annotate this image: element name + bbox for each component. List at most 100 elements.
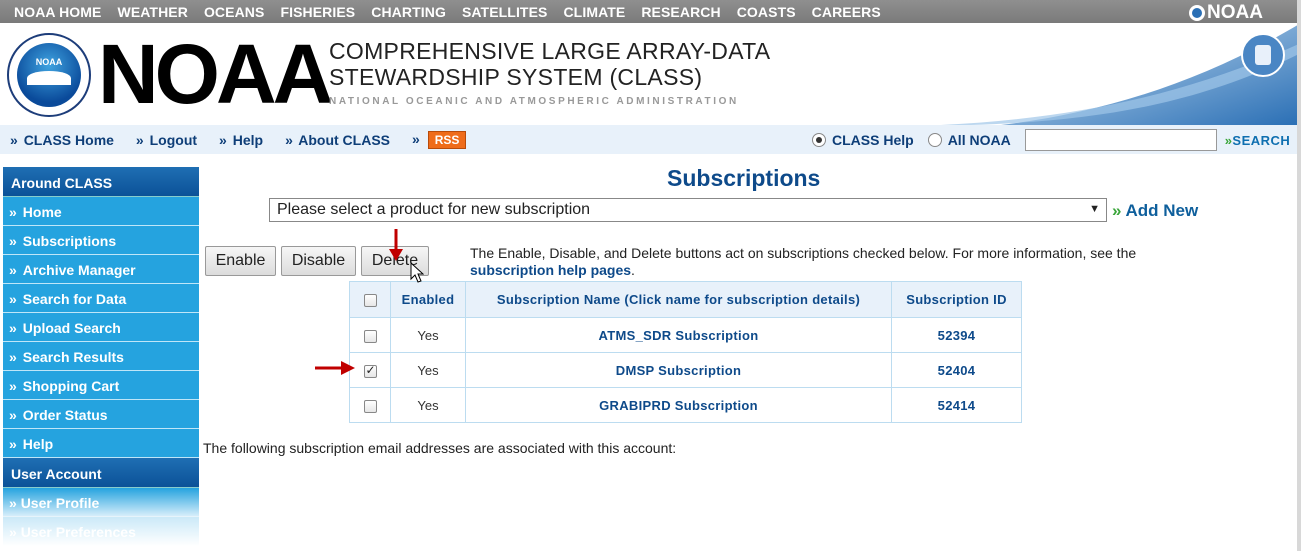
topnav-noaa-home[interactable]: NOAA HOME: [14, 4, 102, 20]
table-row: Yes DMSP Subscription 52404: [349, 352, 1022, 388]
sidebar-item-label: Search Results: [22, 349, 124, 365]
chevron-right-icon: »: [135, 131, 144, 148]
sidebar-item-label: Help: [22, 436, 54, 452]
sidebar-section-around-class: Around CLASS: [3, 167, 199, 197]
chevron-right-icon: »: [9, 291, 17, 307]
table-row: Yes GRABIPRD Subscription 52414: [349, 387, 1022, 423]
enabled-cell: Yes: [390, 352, 466, 388]
search-option-all-label: All NOAA: [947, 132, 1011, 148]
class-home-label: CLASS Home: [23, 131, 114, 148]
table-row: Yes ATMS_SDR Subscription 52394: [349, 317, 1022, 353]
chevron-right-icon: »: [10, 131, 18, 148]
topnav-charting[interactable]: CHARTING: [371, 4, 446, 20]
sidebar-item-help[interactable]: » Help: [3, 429, 199, 458]
sidebar-item-order-status[interactable]: » Order Status: [3, 400, 199, 429]
rss-link[interactable]: » RSS: [412, 130, 467, 149]
enable-button[interactable]: Enable: [205, 246, 276, 276]
sidebar-item-label: Home: [22, 204, 62, 220]
table-header-row: Enabled Subscription Name (Click name fo…: [349, 281, 1022, 318]
chevron-right-icon: »: [1112, 201, 1122, 220]
product-select-dropdown[interactable]: Please select a product for new subscrip…: [269, 198, 1107, 222]
doc-seal-icon: [1241, 33, 1285, 77]
logout-label: Logout: [149, 131, 198, 148]
row-select-cell: [349, 387, 391, 423]
row-select-cell: [349, 317, 391, 353]
page-title: Subscriptions: [667, 165, 821, 191]
search-option-all-noaa[interactable]: All NOAA: [927, 132, 1011, 148]
column-enabled[interactable]: Enabled: [390, 281, 466, 318]
sidebar-item-user-preferences[interactable]: » User Preferences: [3, 517, 199, 546]
chevron-right-icon: »: [9, 378, 17, 394]
sidebar-item-label: Shopping Cart: [22, 378, 120, 394]
subscription-name-link[interactable]: GRABIPRD Subscription: [465, 387, 892, 423]
subscription-id-link[interactable]: 52404: [891, 352, 1022, 388]
search-option-class-help[interactable]: CLASS Help: [812, 132, 914, 148]
sidebar-item-user-profile[interactable]: » User Profile: [3, 488, 199, 517]
search-input[interactable]: [1024, 129, 1217, 151]
class-navigation-bar: » CLASS Home » Logout » Help » About CLA…: [0, 125, 1301, 154]
sidebar-section-user-account: User Account: [3, 458, 199, 488]
help-link[interactable]: » Help: [219, 132, 263, 148]
subscription-name-link[interactable]: DMSP Subscription: [465, 352, 892, 388]
chevron-right-icon: »: [219, 131, 227, 148]
chevron-right-icon: »: [9, 407, 17, 423]
chevron-right-icon: »: [9, 436, 17, 452]
product-select-value: Please select a product for new subscrip…: [277, 201, 591, 218]
sidebar-item-search-for-data[interactable]: » Search for Data: [3, 284, 199, 313]
search-button[interactable]: »SEARCH: [1225, 133, 1291, 148]
chevron-right-icon: »: [9, 524, 17, 540]
row-checkbox[interactable]: [363, 399, 377, 413]
scrollbar-edge[interactable]: [1297, 0, 1301, 551]
sidebar-item-upload-search[interactable]: » Upload Search: [3, 313, 199, 342]
topnav-oceans[interactable]: OCEANS: [204, 4, 265, 20]
class-home-link[interactable]: » CLASS Home: [10, 132, 114, 148]
email-addresses-note: The following subscription email address…: [203, 440, 677, 456]
select-all-header: [349, 281, 391, 318]
subscription-id-link[interactable]: 52394: [891, 317, 1022, 353]
disable-button[interactable]: Disable: [281, 246, 356, 276]
select-all-checkbox[interactable]: [363, 294, 377, 308]
top-navigation-bar: NOAA HOME WEATHER OCEANS FISHERIES CHART…: [0, 0, 1301, 23]
topnav-research[interactable]: RESEARCH: [641, 4, 720, 20]
row-checkbox[interactable]: [363, 329, 377, 343]
page: NOAA HOME WEATHER OCEANS FISHERIES CHART…: [0, 0, 1301, 551]
enabled-cell: Yes: [390, 387, 466, 423]
sidebar-item-shopping-cart[interactable]: » Shopping Cart: [3, 371, 199, 400]
topnav-satellites[interactable]: SATELLITES: [462, 4, 548, 20]
row-checkbox[interactable]: [363, 363, 377, 378]
chevron-right-icon: »: [9, 320, 17, 336]
topnav-fisheries[interactable]: FISHERIES: [280, 4, 355, 20]
logout-link[interactable]: » Logout: [136, 132, 197, 148]
buttons-help-text: The Enable, Disable, and Delete buttons …: [470, 245, 1190, 279]
mouse-pointer-icon: [410, 262, 424, 283]
annotation-arrow-right-icon: [315, 361, 355, 375]
sidebar-item-label: User Profile: [20, 495, 100, 511]
sidebar-item-search-results[interactable]: » Search Results: [3, 342, 199, 371]
sidebar-item-home[interactable]: » Home: [3, 197, 199, 226]
add-new-link[interactable]: » Add New: [1112, 201, 1198, 221]
topnav-weather[interactable]: WEATHER: [118, 4, 188, 20]
subscription-name-link[interactable]: ATMS_SDR Subscription: [465, 317, 892, 353]
noaa-wordmark[interactable]: NOAA: [98, 29, 333, 119]
annotation-arrow-down-icon: [389, 229, 403, 261]
sidebar-item-subscriptions[interactable]: » Subscriptions: [3, 226, 199, 255]
noaa-emblem-icon[interactable]: [7, 33, 91, 117]
subscription-help-link[interactable]: subscription help pages: [470, 262, 631, 278]
left-sidebar: Around CLASS » Home » Subscriptions » Archi…: [3, 167, 199, 551]
sidebar-item-label: Subscriptions: [22, 233, 117, 249]
sidebar-item-archive-manager[interactable]: » Archive Manager: [3, 255, 199, 284]
radio-class-help[interactable]: [812, 133, 826, 147]
enabled-cell: Yes: [390, 317, 466, 353]
noaa-brand-link[interactable]: NOAA: [1189, 2, 1263, 24]
help-label: Help: [232, 131, 264, 148]
topnav-coasts[interactable]: COASTS: [737, 4, 796, 20]
about-class-link[interactable]: » About CLASS: [285, 132, 390, 148]
radio-all-noaa[interactable]: [927, 133, 942, 147]
column-subscription-id[interactable]: Subscription ID: [891, 281, 1022, 318]
topnav-climate[interactable]: CLIMATE: [563, 4, 625, 20]
subscription-id-link[interactable]: 52414: [891, 387, 1022, 423]
chevron-right-icon: »: [9, 495, 17, 511]
site-search: CLASS Help All NOAA »SEARCH: [812, 129, 1290, 151]
column-subscription-name[interactable]: Subscription Name (Click name for subscr…: [465, 281, 892, 318]
topnav-careers[interactable]: CAREERS: [812, 4, 881, 20]
